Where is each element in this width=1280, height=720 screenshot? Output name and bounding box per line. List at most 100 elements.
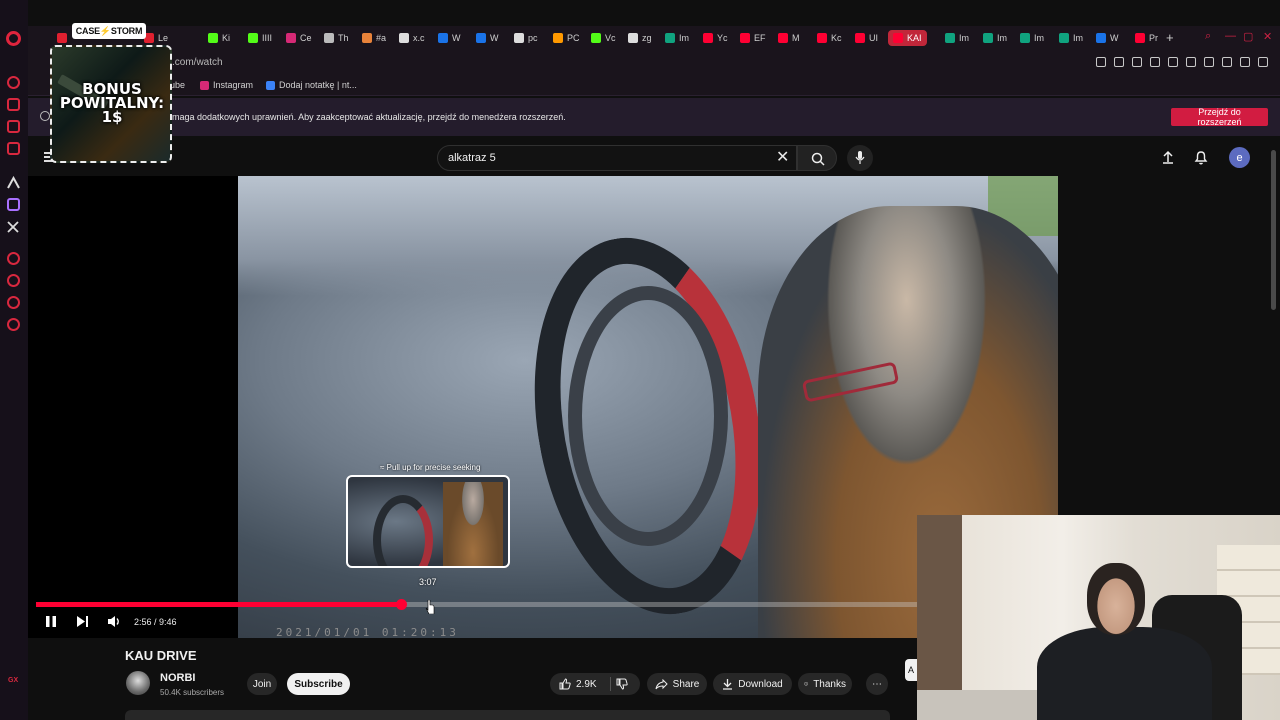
tab-5[interactable]: Th (324, 30, 349, 46)
tab-4[interactable]: Ce (286, 30, 312, 46)
tab-25[interactable]: W (1096, 30, 1119, 46)
tab-6[interactable]: #a (362, 30, 386, 46)
clear-search-icon[interactable]: ✕ (776, 150, 789, 166)
maximize-icon[interactable]: ▢ (1243, 30, 1253, 43)
tab-favicon-icon (553, 33, 563, 43)
minimize-icon[interactable]: — (1225, 30, 1236, 42)
downloads-icon[interactable] (1240, 57, 1250, 67)
description-box[interactable] (125, 710, 890, 720)
tab-2[interactable]: Ki (208, 30, 230, 46)
sidebar-news-icon[interactable] (7, 120, 20, 133)
menu-dots-icon[interactable] (1258, 57, 1268, 67)
sidebar-history-icon[interactable] (7, 76, 20, 89)
tab-1[interactable]: Le (144, 30, 168, 46)
download-button[interactable]: Download (713, 673, 792, 695)
tab-favicon-icon (362, 33, 372, 43)
heart-icon[interactable] (1186, 57, 1196, 67)
seek-preview-thumbnail (346, 475, 510, 568)
sidebar-bag-icon[interactable] (7, 98, 20, 111)
sidebar-clock-icon[interactable] (7, 274, 20, 287)
snapshot-icon[interactable] (1114, 57, 1124, 67)
tab-0[interactable] (57, 30, 71, 46)
tab-9[interactable]: W (476, 30, 499, 46)
sidebar-twitch-icon[interactable] (7, 198, 20, 211)
tab-26[interactable]: Pr (1135, 30, 1158, 46)
tab-8[interactable]: W (438, 30, 461, 46)
tab-21[interactable]: Im (945, 30, 969, 46)
easy-setup-icon[interactable] (1222, 57, 1232, 67)
search-button[interactable] (797, 145, 837, 171)
tab-10[interactable]: pc (514, 30, 538, 46)
tab-23[interactable]: Im (1020, 30, 1044, 46)
like-button[interactable]: 2.9K (550, 673, 640, 695)
video-title: KAU DRIVE (125, 648, 197, 663)
shield-icon[interactable] (1132, 57, 1142, 67)
subscribe-button[interactable]: Subscribe (287, 673, 350, 695)
tab-7[interactable]: x.c (399, 30, 425, 46)
tab-label: Im (959, 33, 969, 43)
search-tabs-icon[interactable]: ⌕ (1205, 30, 1211, 43)
tab-label: Th (338, 33, 349, 43)
tab-18[interactable]: Kc (817, 30, 842, 46)
tab-label: W (490, 33, 499, 43)
more-actions-button[interactable]: ⋯ (866, 673, 888, 695)
tab-favicon-icon (208, 33, 218, 43)
account-avatar[interactable]: e (1229, 147, 1250, 168)
channel-name[interactable]: NORBI (160, 672, 195, 684)
gx-badge: GX (8, 677, 19, 684)
next-video-button[interactable] (76, 615, 89, 628)
bookmark-item[interactable]: ube (170, 80, 185, 90)
tab-3[interactable]: IIII (248, 30, 272, 46)
side-panel-tab[interactable]: A (905, 659, 917, 681)
thanks-button[interactable]: Thanks (798, 673, 852, 695)
tab-label: M (792, 33, 800, 43)
sidebar-chat-icon[interactable] (7, 296, 20, 309)
share-button[interactable]: Share (647, 673, 707, 695)
search-input[interactable] (448, 152, 748, 164)
bookmark-item[interactable]: Dodaj notatkę | nt... (266, 80, 357, 90)
tab-14[interactable]: Im (665, 30, 689, 46)
tab-12[interactable]: Vc (591, 30, 616, 46)
opera-logo-icon[interactable] (6, 31, 21, 46)
bookmark-icon[interactable] (1096, 57, 1106, 67)
tab-24[interactable]: Im (1059, 30, 1083, 46)
tab-favicon-icon (628, 33, 638, 43)
tab-19[interactable]: UI (855, 30, 878, 46)
sidebar-player-icon[interactable] (7, 252, 20, 265)
tab-17[interactable]: M (778, 30, 800, 46)
vpn-icon[interactable] (1150, 57, 1160, 67)
progress-scrubber[interactable] (396, 599, 407, 610)
tab-favicon-icon (324, 33, 334, 43)
bookmark-item[interactable]: Instagram (200, 80, 253, 90)
tab-15[interactable]: Yc (703, 30, 728, 46)
notifications-bell-icon[interactable] (1194, 150, 1208, 165)
time-display: 2:56 / 9:46 (134, 617, 177, 627)
upload-icon[interactable] (1161, 150, 1175, 164)
tab-20[interactable]: KAI (888, 30, 927, 46)
tab-13[interactable]: zg (628, 30, 652, 46)
tab-11[interactable]: PC (553, 30, 580, 46)
page-scrollbar[interactable] (1271, 150, 1276, 310)
go-to-extensions-button[interactable]: Przejdź do rozszerzeń (1171, 107, 1268, 127)
webcam-streamer-head (1087, 563, 1145, 635)
tab-22[interactable]: Im (983, 30, 1007, 46)
play-icon[interactable] (1168, 57, 1178, 67)
channel-avatar[interactable] (126, 671, 150, 695)
sidebar-settings-icon[interactable] (7, 318, 20, 331)
url-field[interactable]: .com/watch (172, 57, 223, 68)
close-window-icon[interactable]: ✕ (1263, 30, 1272, 43)
extensions-icon[interactable] (1204, 57, 1214, 67)
new-tab-button[interactable]: + (1166, 30, 1174, 45)
sidebar-calendar-icon[interactable] (7, 142, 20, 155)
tab-label: #a (376, 33, 387, 43)
pause-button[interactable] (45, 615, 57, 628)
sidebar-x-icon[interactable] (7, 220, 20, 233)
like-divider (610, 677, 611, 691)
tab-favicon-icon (438, 33, 448, 43)
sidebar-kick-icon[interactable] (7, 175, 20, 189)
volume-icon[interactable] (107, 615, 121, 628)
voice-search-button[interactable] (847, 145, 873, 171)
join-button[interactable]: Join (247, 673, 277, 695)
tab-16[interactable]: EF (740, 30, 766, 46)
dislike-button[interactable] (616, 678, 628, 690)
